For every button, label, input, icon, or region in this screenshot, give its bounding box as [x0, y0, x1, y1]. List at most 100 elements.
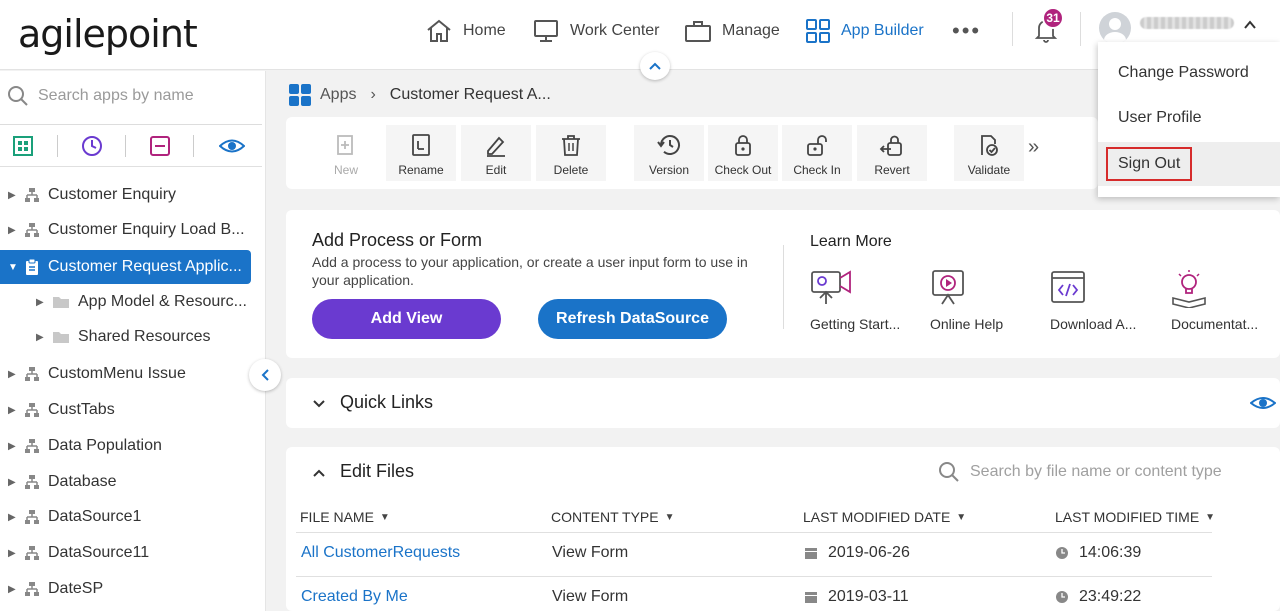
check-out-label: Check Out: [714, 163, 772, 177]
tree-item-app-model[interactable]: ▶ App Model & Resourc...: [28, 285, 262, 319]
tree-item-data-population[interactable]: ▶ Data Population: [0, 429, 262, 463]
tree-item-database[interactable]: ▶ Database: [0, 465, 262, 499]
tree-item-customer-enquiry-load[interactable]: ▶ Customer Enquiry Load B...: [0, 213, 262, 247]
learn-download[interactable]: Download A...: [1050, 268, 1150, 332]
caret-right-icon[interactable]: ▶: [8, 190, 16, 201]
edit-files-title[interactable]: Edit Files: [340, 461, 414, 482]
learn-documentation[interactable]: Documentat...: [1171, 268, 1271, 332]
caret-right-icon[interactable]: ▶: [8, 369, 16, 380]
tree-item-custommenu-issue[interactable]: ▶ CustomMenu Issue: [0, 357, 240, 391]
new-file-icon: [337, 135, 353, 155]
tree-item-datasource11[interactable]: ▶ DataSource11: [0, 536, 262, 570]
caret-right-icon[interactable]: ▶: [8, 512, 16, 523]
caret-right-icon[interactable]: ▶: [8, 225, 16, 236]
collapse-header-button[interactable]: [640, 52, 670, 80]
tree-item-datasource1[interactable]: ▶ DataSource1: [0, 500, 262, 534]
sort-down-icon: ▼: [664, 511, 675, 523]
nav-home[interactable]: Home: [425, 16, 506, 46]
caret-right-icon[interactable]: ▶: [8, 477, 16, 488]
column-label: LAST MODIFIED DATE: [803, 509, 951, 525]
tree-item-label: CustTabs: [48, 401, 115, 418]
learn-getting-started[interactable]: Getting Start...: [810, 268, 910, 332]
more-nav-button[interactable]: •••: [952, 18, 981, 44]
caret-down-icon[interactable]: ▼: [8, 262, 18, 273]
file-name-link[interactable]: All CustomerRequests: [301, 544, 460, 562]
caret-right-icon[interactable]: ▶: [8, 584, 16, 595]
time-value: 14:06:39: [1079, 544, 1142, 561]
delete-button[interactable]: Delete: [536, 125, 606, 181]
column-last-modified-date[interactable]: LAST MODIFIED DATE ▼: [803, 509, 966, 525]
trash-icon: [562, 135, 580, 156]
learn-online-help[interactable]: Online Help: [930, 268, 1030, 332]
new-button[interactable]: New: [311, 125, 381, 181]
checked-out-icon[interactable]: [149, 135, 171, 157]
caret-right-icon[interactable]: ▶: [8, 548, 16, 559]
chevron-up-icon[interactable]: [312, 465, 326, 482]
refresh-datasource-button[interactable]: Refresh DataSource: [538, 299, 727, 339]
calendar-icon: [805, 592, 817, 603]
rename-button[interactable]: Rename: [386, 125, 456, 181]
username-redacted[interactable]: [1140, 17, 1234, 29]
process-tree-icon: [24, 545, 40, 561]
nav-work-center[interactable]: Work Center: [532, 16, 660, 46]
check-out-button[interactable]: Check Out: [708, 125, 778, 181]
tree-item-shared-resources[interactable]: ▶ Shared Resources: [28, 320, 262, 354]
row-divider: [296, 576, 1212, 577]
file-search-input[interactable]: [970, 460, 1240, 484]
nav-manage[interactable]: Manage: [684, 16, 780, 46]
caret-right-icon[interactable]: ▶: [36, 332, 44, 343]
breadcrumb-apps-link[interactable]: Apps: [320, 86, 356, 104]
menu-change-password[interactable]: Change Password: [1098, 51, 1280, 95]
version-button[interactable]: Version: [634, 125, 704, 181]
validate-button[interactable]: Validate: [954, 125, 1024, 181]
add-view-button[interactable]: Add View: [312, 299, 501, 339]
apps-grid-icon: [289, 84, 311, 106]
rename-icon: [412, 134, 430, 156]
collapse-sidebar-button[interactable]: [249, 359, 281, 391]
clipboard-icon: [24, 258, 40, 276]
column-label: FILE NAME: [300, 509, 374, 525]
column-last-modified-time[interactable]: LAST MODIFIED TIME ▼: [1055, 509, 1215, 525]
app-search-input[interactable]: [38, 83, 248, 109]
menu-user-profile[interactable]: User Profile: [1098, 96, 1280, 140]
process-tree-icon: [24, 509, 40, 525]
chevron-left-icon: [261, 369, 269, 381]
column-label: LAST MODIFIED TIME: [1055, 509, 1200, 525]
agilepoint-logo[interactable]: agilepoint: [18, 12, 198, 56]
caret-right-icon[interactable]: ▶: [8, 405, 16, 416]
user-avatar[interactable]: [1099, 12, 1131, 44]
tree-item-custtabs[interactable]: ▶ CustTabs: [0, 393, 262, 427]
revert-button[interactable]: Revert: [857, 125, 927, 181]
user-menu-dropdown: Change Password User Profile Sign Out: [1098, 42, 1280, 197]
tree-item-datesp[interactable]: ▶ DateSP: [0, 572, 262, 606]
toolbar: New Rename Edit Delete Version Check Out…: [286, 117, 1098, 189]
recent-clock-icon[interactable]: [81, 135, 103, 157]
caret-right-icon[interactable]: ▶: [36, 297, 44, 308]
menu-sign-out[interactable]: Sign Out: [1098, 142, 1280, 186]
check-in-button[interactable]: Check In: [782, 125, 852, 181]
process-tree-icon: [24, 474, 40, 490]
caret-right-icon[interactable]: ▶: [8, 441, 16, 452]
chevron-down-icon[interactable]: [312, 396, 326, 413]
nav-app-builder[interactable]: App Builder: [805, 16, 924, 46]
file-name-link[interactable]: Created By Me: [301, 588, 408, 606]
eye-icon[interactable]: [219, 135, 245, 157]
column-content-type[interactable]: CONTENT TYPE ▼: [551, 509, 675, 525]
eye-icon[interactable]: [1249, 393, 1277, 417]
presentation-play-icon: [932, 270, 964, 305]
tree-item-customer-request-app[interactable]: ▼ Customer Request Applic...: [0, 250, 251, 284]
chevron-right-icon: ›: [370, 86, 376, 103]
app-search: [0, 71, 262, 125]
sort-down-icon: ▼: [1205, 511, 1216, 523]
briefcase-icon: [685, 21, 711, 42]
column-file-name[interactable]: FILE NAME ▼: [300, 509, 390, 525]
all-apps-filter-icon[interactable]: [12, 135, 34, 157]
tree-item-label: DataSource1: [48, 508, 142, 525]
top-header: agilepoint Home Work Center Manage App B…: [0, 0, 1280, 70]
edit-button[interactable]: Edit: [461, 125, 531, 181]
tree-item-customer-enquiry[interactable]: ▶ Customer Enquiry: [0, 178, 262, 212]
nav-work-center-label: Work Center: [570, 22, 660, 39]
quick-links-title[interactable]: Quick Links: [340, 392, 433, 413]
chevron-up-icon[interactable]: [1243, 18, 1257, 36]
toolbar-more-button[interactable]: »: [1028, 136, 1039, 159]
